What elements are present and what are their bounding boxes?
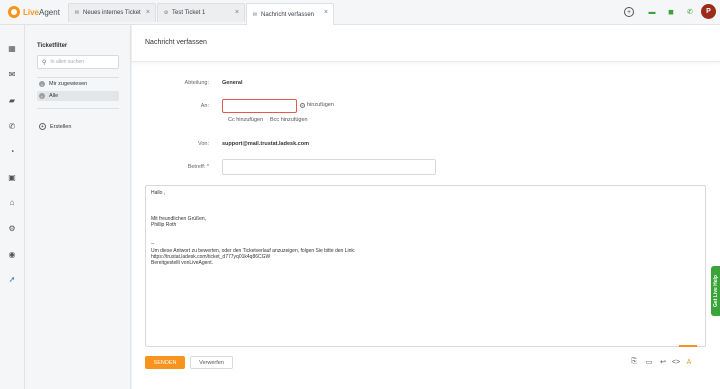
email-status-icon[interactable]: ▬: [645, 5, 659, 19]
filter-item-assigned-to-me[interactable]: • Mir zugewiesen: [37, 79, 119, 89]
plus-circle-icon: +: [300, 102, 305, 108]
department-label: Abteilung:: [184, 80, 209, 86]
close-icon[interactable]: ×: [324, 9, 328, 16]
source-code-icon[interactable]: <>: [671, 357, 681, 367]
divider: [37, 108, 119, 109]
compose-panel: Nachricht verfassen Abteilung: General A…: [132, 25, 720, 389]
add-label: hinzufügen: [307, 102, 334, 108]
close-icon[interactable]: ×: [235, 9, 239, 16]
add-icon[interactable]: +: [624, 7, 634, 17]
live-help-label: Get Live Help: [712, 275, 719, 307]
add-cc-link[interactable]: Cc hinzufügen: [228, 117, 263, 123]
reply-icon[interactable]: ↩: [658, 357, 668, 367]
tab-label: Test Ticket 1: [172, 10, 206, 16]
create-filter-button[interactable]: + Erstellen: [39, 123, 71, 130]
page-title: Nachricht verfassen: [145, 39, 207, 46]
filter-item-label: Mir zugewiesen: [49, 81, 88, 87]
envelope-icon[interactable]: ✉: [6, 68, 18, 80]
get-live-help-tab[interactable]: Get Live Help: [711, 266, 720, 316]
top-bar: LiveAgent ✉ Neues internes Ticket × ⊘ Te…: [0, 0, 720, 25]
add-bcc-link[interactable]: Bcc hinzufügen: [270, 117, 308, 123]
attachment-icon[interactable]: ⎘: [629, 357, 639, 367]
subject-field[interactable]: [222, 159, 436, 175]
plus-icon: +: [39, 123, 46, 130]
send-button[interactable]: SENDEN: [145, 356, 185, 369]
chat-status-icon[interactable]: ◼: [664, 5, 678, 19]
liveagent-logo[interactable]: LiveAgent: [8, 5, 60, 19]
discard-button[interactable]: Verwerfen: [190, 356, 233, 369]
chat-icon[interactable]: ▰: [6, 94, 18, 106]
divider: [37, 77, 119, 78]
contacts-icon[interactable]: ▣: [6, 171, 18, 183]
history-icon[interactable]: ◔: [6, 145, 18, 157]
filter-item-label: Alle: [49, 93, 59, 99]
powered-by-text: Bereitgestellt vonLiveAgent.: [151, 260, 213, 267]
tab-test-ticket-1[interactable]: ⊘ Test Ticket 1 ×: [157, 3, 245, 22]
resize-handle[interactable]: [679, 345, 697, 347]
compose-header: Nachricht verfassen: [132, 25, 720, 62]
filter-panel-title: Ticketfilter: [37, 43, 68, 49]
plugin-icon[interactable]: ◉: [6, 248, 18, 260]
from-label: Von:: [197, 141, 209, 147]
tab-compose-message[interactable]: ✉ Nachricht verfassen ×: [246, 3, 334, 25]
envelope-icon: ✉: [74, 10, 80, 16]
create-label: Erstellen: [50, 123, 72, 130]
filter-search-input[interactable]: ⚲ In allen suchen: [37, 55, 119, 69]
predefined-answer-icon[interactable]: ▭: [644, 357, 654, 367]
envelope-icon: ✉: [252, 11, 258, 18]
department-value[interactable]: General: [222, 80, 242, 86]
phone-status-icon[interactable]: ✆: [683, 5, 697, 19]
logo-text-live: Live: [23, 7, 40, 17]
avatar[interactable]: P: [701, 4, 716, 19]
ticket-icon: ⊘: [163, 10, 169, 16]
phone-icon[interactable]: ✆: [6, 120, 18, 132]
filter-status-icon: •: [39, 81, 45, 87]
tab-label: Nachricht verfassen: [261, 11, 315, 18]
to-label: An:: [200, 103, 209, 109]
tab-new-internal-ticket[interactable]: ✉ Neues internes Ticket ×: [68, 3, 156, 22]
to-field[interactable]: [222, 99, 297, 113]
subject-label: Betreff: *: [187, 164, 209, 170]
close-icon[interactable]: ×: [146, 9, 150, 16]
add-recipient-link[interactable]: + hinzufügen: [300, 102, 334, 108]
dashboard-icon[interactable]: ▦: [6, 42, 18, 54]
search-placeholder: In allen suchen: [50, 59, 85, 65]
logo-mark-icon: [8, 6, 20, 18]
from-value[interactable]: support@mail.trustat.ladesk.com: [222, 141, 309, 147]
tab-label: Neues internes Ticket: [83, 10, 141, 16]
rocket-icon[interactable]: ➚: [6, 273, 18, 285]
search-icon: ⚲: [42, 59, 47, 66]
side-navigation: ▦ ✉ ▰ ✆ ◔ ▣ ⌂ ⚙ ◉ ➚: [0, 25, 25, 389]
logo-text-agent: Agent: [39, 7, 60, 17]
gear-icon[interactable]: ⚙: [6, 222, 18, 234]
building-icon[interactable]: ⌂: [6, 196, 18, 208]
filter-item-all[interactable]: • Alle: [37, 91, 119, 101]
filter-status-icon: •: [39, 93, 45, 99]
message-editor[interactable]: Hallo , Mit freundlichen Grüßen, Phillip…: [145, 185, 706, 347]
text-format-icon[interactable]: A: [684, 357, 694, 367]
ticket-filter-panel: Ticketfilter ⚲ In allen suchen • Mir zug…: [25, 25, 131, 389]
